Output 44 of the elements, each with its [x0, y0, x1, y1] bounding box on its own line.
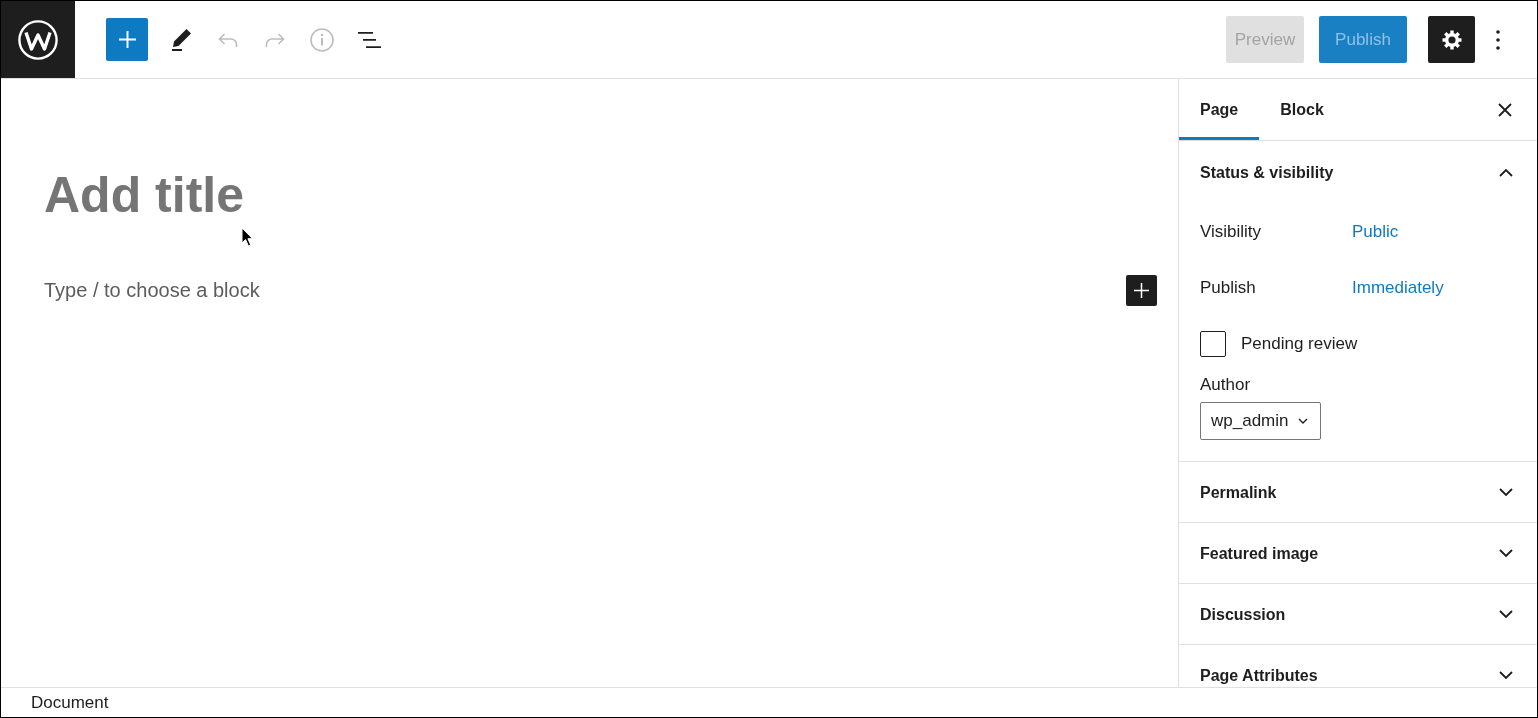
pencil-icon — [171, 28, 191, 51]
close-icon — [1498, 102, 1512, 117]
panel-header-button[interactable]: Page Attributes — [1179, 645, 1537, 687]
panel-title: Discussion — [1200, 605, 1286, 623]
undo-icon — [218, 32, 238, 47]
checkbox[interactable] — [1200, 331, 1226, 357]
chevron-down-icon — [1499, 549, 1513, 557]
logo-button[interactable] — [1, 1, 75, 78]
list-view-icon — [357, 31, 381, 48]
sidebar-tab[interactable]: Block — [1259, 79, 1345, 140]
gear-icon — [1441, 29, 1462, 50]
redo-icon — [265, 32, 285, 47]
plus-icon — [118, 31, 136, 48]
breadcrumb-button[interactable]: Document — [31, 692, 109, 713]
settings-button[interactable] — [1428, 16, 1475, 63]
value-link[interactable]: Immediately — [1352, 278, 1444, 298]
panel-title: Status & visibility — [1200, 164, 1334, 181]
panel-title: Featured image — [1200, 544, 1319, 562]
panel-header-button[interactable]: Permalink — [1179, 462, 1537, 522]
chevron-down-icon — [1499, 671, 1513, 679]
chevron-down-icon — [1499, 488, 1513, 496]
checkbox-label: Pending review — [1241, 334, 1358, 354]
chevron-up-icon — [1499, 168, 1513, 177]
title-field[interactable]: Add title — [44, 165, 1157, 225]
mouse-pointer-icon — [241, 227, 253, 247]
add-block-button[interactable] — [1126, 274, 1157, 306]
panel-title: Page Attributes — [1200, 666, 1318, 684]
panel-header-button[interactable]: Featured image — [1179, 523, 1537, 583]
panel-header-button[interactable]: Status & visibility — [1179, 141, 1537, 204]
plus-icon — [1134, 282, 1149, 298]
logo-icon — [18, 19, 58, 60]
panel-header-button[interactable]: Discussion — [1179, 584, 1537, 644]
more-options-icon — [1496, 29, 1500, 50]
field-label: Publish — [1200, 278, 1257, 298]
field-label: Visibility — [1200, 222, 1263, 242]
panel-title: Permalink — [1200, 483, 1277, 501]
chevron-down-icon — [1499, 610, 1513, 618]
info-icon — [310, 27, 334, 52]
sidebar-tab[interactable]: Page — [1179, 79, 1260, 140]
field-label: Author — [1200, 375, 1251, 395]
chevron-down-icon — [1298, 418, 1308, 424]
author-select[interactable]: wp_admin — [1200, 402, 1321, 440]
value-link[interactable]: Public — [1352, 222, 1399, 242]
paragraph-field[interactable]: Type / to choose a block — [44, 274, 1114, 306]
